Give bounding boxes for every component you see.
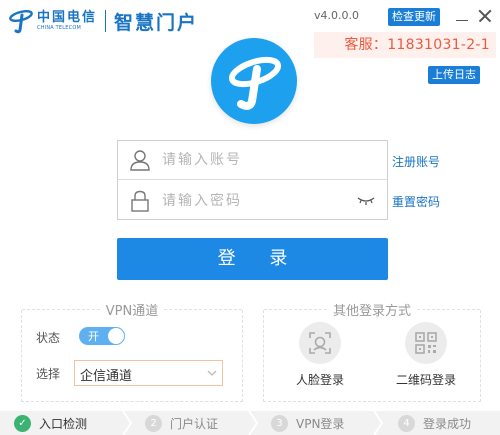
china-telecom-logo-icon — [228, 56, 282, 110]
step-2: 2 门户认证 — [145, 414, 218, 432]
step-4-number: 4 — [398, 414, 415, 432]
account-input[interactable] — [162, 152, 342, 168]
face-login-button[interactable]: 人脸登录 — [284, 322, 356, 388]
brand-name: 中国电信 CHINA TELECOM — [37, 11, 97, 31]
vpn-channel-value: 企信通道 — [80, 369, 133, 384]
step-2-number: 2 — [145, 414, 162, 432]
vpn-toggle-knob — [108, 328, 124, 344]
check-update-button[interactable]: 检查更新 — [388, 8, 440, 26]
step-arrow-icon — [122, 411, 132, 435]
step-arrow-icon — [248, 411, 258, 435]
step-4-label: 登录成功 — [423, 416, 472, 431]
step-1: ✓ 入口检测 — [14, 414, 87, 432]
register-link[interactable]: 注册账号 — [392, 153, 440, 170]
vpn-panel: VPN通道 状态 开 选择 企信通道 — [21, 304, 243, 402]
qr-code-icon — [405, 322, 447, 364]
step-4: 4 登录成功 — [398, 414, 471, 432]
step-1-check-icon: ✓ — [14, 414, 31, 432]
close-button[interactable] — [476, 7, 494, 25]
vpn-toggle[interactable]: 开 — [79, 327, 125, 345]
chevron-down-icon — [207, 370, 217, 376]
password-field — [118, 181, 387, 220]
other-login-header: 其他登录方式 — [264, 300, 481, 319]
vpn-toggle-text: 开 — [88, 330, 99, 343]
vpn-channel-select[interactable]: 企信通道 — [74, 360, 223, 386]
brand-name-cn: 中国电信 — [37, 10, 98, 25]
step-3-number: 3 — [271, 414, 288, 432]
app-title: 智慧门户 — [114, 11, 199, 34]
reset-password-link[interactable]: 重置密码 — [392, 193, 440, 210]
login-form — [117, 140, 388, 220]
face-scan-icon — [299, 322, 341, 364]
qr-login-label: 二维码登录 — [395, 373, 456, 387]
vpn-select-label: 选择 — [36, 367, 61, 381]
hero-logo — [211, 38, 297, 124]
step-3-label: VPN登录 — [296, 416, 345, 431]
user-icon — [118, 141, 162, 180]
upload-log-button[interactable]: 上传日志 — [428, 66, 480, 84]
minimize-button[interactable] — [454, 7, 470, 25]
other-login-panel: 其他登录方式 人脸登录 二维码登录 — [263, 304, 481, 402]
step-2-label: 门户认证 — [170, 416, 219, 431]
vpn-panel-header: VPN通道 — [22, 300, 242, 319]
account-field — [118, 141, 387, 180]
brand-divider — [105, 10, 107, 32]
china-telecom-logo-icon — [9, 10, 33, 34]
login-button[interactable]: 登 录 — [117, 238, 388, 280]
lock-icon — [118, 181, 162, 220]
service-hotline: 客服：11831031-2-1 — [314, 32, 496, 58]
brand-name-en: CHINA TELECOM — [37, 25, 81, 31]
brand-header: 中国电信 CHINA TELECOM 智慧门户 — [8, 4, 198, 38]
password-input[interactable] — [162, 192, 342, 209]
face-login-label: 人脸登录 — [295, 373, 344, 387]
version-label: v4.0.0.0 — [314, 9, 359, 22]
step-1-label: 入口检测 — [39, 416, 88, 431]
progress-steps: ✓ 入口检测 2 门户认证 3 VPN登录 4 登录成功 — [0, 411, 500, 435]
other-login-title: 其他登录方式 — [333, 304, 412, 319]
vpn-status-label: 状态 — [36, 331, 61, 345]
eye-closed-icon[interactable] — [357, 194, 375, 206]
step-3: 3 VPN登录 — [271, 414, 344, 432]
vpn-panel-title: VPN通道 — [105, 304, 159, 319]
qr-login-button[interactable]: 二维码登录 — [390, 322, 462, 388]
step-arrow-icon — [373, 411, 383, 435]
